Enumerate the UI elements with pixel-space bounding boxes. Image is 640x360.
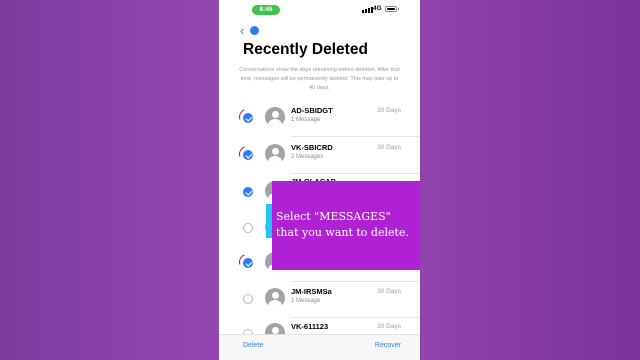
conversation-detail: 1 Message — [291, 117, 321, 123]
conversation-detail: 1 Message — [291, 298, 321, 304]
instruction-overlay: Select "MESSAGES" that you want to delet… — [272, 181, 420, 270]
conversation-row[interactable]: VK-SBICRD 2 Messages 30 Days — [219, 137, 420, 174]
delete-button[interactable]: Delete — [243, 342, 263, 349]
selection-checkbox[interactable] — [243, 187, 253, 197]
selection-checkbox[interactable] — [243, 223, 253, 233]
page-title: Recently Deleted — [243, 41, 368, 58]
overlay-line-2: that you want to delete. — [276, 226, 409, 239]
back-badge[interactable] — [250, 26, 259, 35]
back-chevron-icon[interactable]: ‹ — [240, 24, 244, 37]
avatar-icon — [265, 288, 285, 308]
conversation-name: VK-SBICRD — [291, 143, 333, 152]
status-time: 8:46 — [252, 5, 280, 15]
deletion-info-text: Conversations show the days remaining be… — [239, 67, 400, 91]
signal-icon — [362, 7, 373, 13]
days-remaining: 30 Days — [377, 107, 401, 114]
overlay-caption: Select "MESSAGES" that you want to delet… — [276, 209, 420, 241]
selection-checkbox[interactable] — [243, 258, 253, 268]
conversation-name: AD-SBIDGT — [291, 106, 333, 115]
avatar-icon — [265, 107, 285, 127]
days-remaining: 30 Days — [377, 144, 401, 151]
phone-screen: 8:46 4G ‹ Recently Deleted Conversations… — [219, 0, 420, 360]
overlay-line-1: Select "MESSAGES" — [276, 210, 391, 223]
days-remaining: 30 Days — [377, 323, 401, 330]
network-label: 4G — [373, 5, 382, 12]
conversation-name: JM-IRSMSa — [291, 287, 332, 296]
selection-checkbox[interactable] — [243, 150, 253, 160]
conversation-detail: 2 Messages — [291, 154, 324, 160]
conversation-row[interactable]: AD-SBIDGT 1 Message 30 Days — [219, 100, 420, 137]
bottom-toolbar: Delete Recover — [219, 334, 420, 360]
conversation-name: VK-611123 — [291, 322, 329, 331]
recover-button[interactable]: Recover — [375, 342, 401, 349]
selection-checkbox[interactable] — [243, 113, 253, 123]
status-bar: 8:46 4G — [219, 0, 420, 22]
conversation-row[interactable]: JM-IRSMSa 1 Message 30 Days — [219, 281, 420, 318]
days-remaining: 30 Days — [377, 288, 401, 295]
selection-checkbox[interactable] — [243, 294, 253, 304]
battery-icon — [385, 6, 399, 12]
avatar-icon — [265, 144, 285, 164]
